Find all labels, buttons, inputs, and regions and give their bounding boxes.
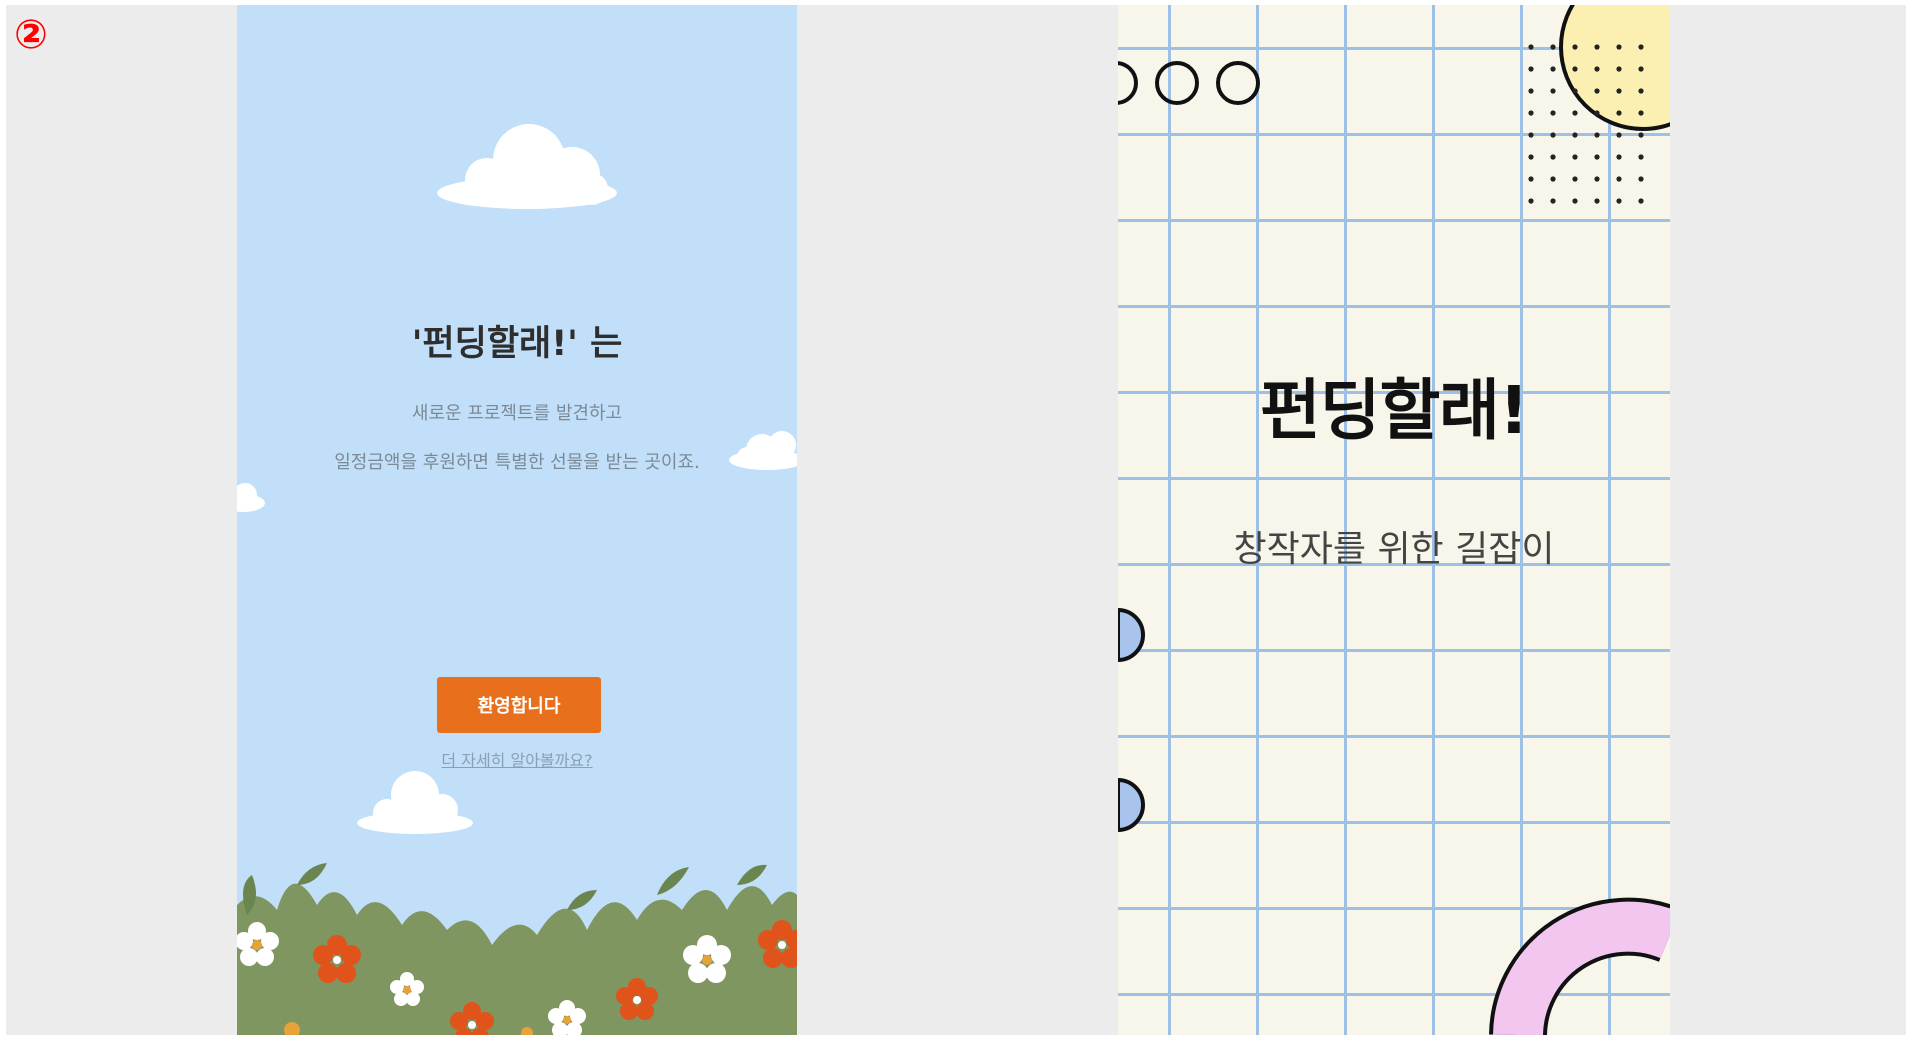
dot [1528,88,1534,94]
dot [1616,110,1622,116]
dot [1594,110,1600,116]
dot [1638,132,1644,138]
dot [1572,132,1578,138]
dot [1572,66,1578,72]
intro-screen: '펀딩할래!' 는 새로운 프로젝트를 발견하고 일정금액을 후원하면 특별한 … [237,5,797,1035]
pink-ring-shape [1493,901,1670,1035]
cloud-icon [437,124,617,209]
dot [1550,110,1556,116]
dot [1528,66,1534,72]
intro-description-line-1: 새로운 프로젝트를 발견하고 [411,403,623,424]
half-circle-shape [1118,777,1145,833]
dot [1572,44,1578,50]
cloud-icon [357,771,473,834]
dot [1550,66,1556,72]
dot [1550,198,1556,204]
splash-screen: 펀딩할래! 창작자를 위한 길잡이 [1118,5,1670,1035]
dot [1594,198,1600,204]
dot [1550,132,1556,138]
dot [1638,88,1644,94]
dot [1550,154,1556,160]
dot [1638,66,1644,72]
canvas: ② '펀딩할래!' 는 새로운 프로젝트를 발견하고 일정금액을 후원하면 특별… [6,5,1906,1035]
half-circle-shape [1118,607,1145,663]
outline-circles-icon [1118,61,1260,105]
dot [1638,176,1644,182]
dot [1528,198,1534,204]
learn-more-link[interactable]: 더 자세히 알아볼까요? [237,747,797,771]
dot [1616,198,1622,204]
dot [1572,154,1578,160]
dot [1638,44,1644,50]
intro-description-line-2: 일정금액을 후원하면 특별한 선물을 받는 곳이죠. [334,452,700,473]
dot [1550,176,1556,182]
splash-title: 펀딩할래! [1260,372,1529,449]
dot [1638,198,1644,204]
dot [1638,110,1644,116]
dot [1594,44,1600,50]
dot [1528,176,1534,182]
intro-title: '펀딩할래!' 는 [411,324,623,364]
sky-background-art [237,124,797,1035]
dot [1594,176,1600,182]
dot [1594,66,1600,72]
dot [1594,88,1600,94]
splash-subtitle: 창작자를 위한 길잡이 [1233,529,1555,570]
dot [1594,132,1600,138]
dot [1594,154,1600,160]
dot [1528,44,1534,50]
dot [1572,88,1578,94]
dot [1550,88,1556,94]
welcome-button[interactable]: 환영합니다 [437,677,601,733]
dot [1616,176,1622,182]
dot [1528,110,1534,116]
yellow-circle-shape [1559,5,1670,131]
dot [1616,44,1622,50]
dot [1528,154,1534,160]
dot [1638,154,1644,160]
cloud-icon [237,483,265,512]
step-number-badge: ② [14,12,48,58]
dot [1616,88,1622,94]
dot [1616,132,1622,138]
dot [1528,132,1534,138]
dot [1572,176,1578,182]
dot [1616,66,1622,72]
dot [1550,44,1556,50]
dot [1616,154,1622,160]
dot [1572,110,1578,116]
dot [1572,198,1578,204]
